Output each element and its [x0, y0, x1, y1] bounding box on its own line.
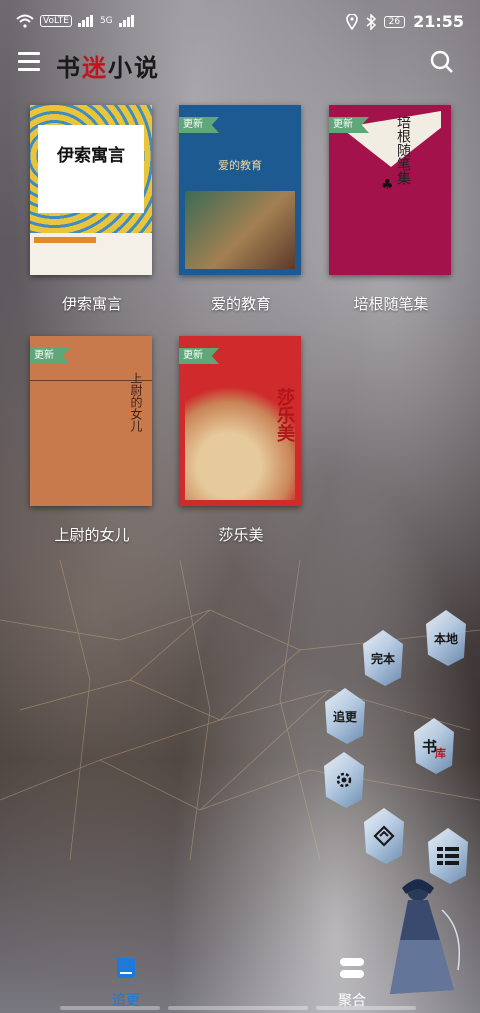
cover-title: 上尉的女儿 — [129, 372, 143, 432]
book-cover[interactable]: 莎乐美 更新 — [179, 336, 301, 506]
background-network-pattern — [0, 560, 480, 860]
book-title: 培根随笔集 — [353, 295, 429, 313]
volte-badge: VoLTE — [40, 15, 72, 27]
gear-icon — [336, 772, 352, 788]
update-badge: 更新 — [30, 348, 70, 364]
cover-title: 伊索寓言 — [57, 146, 125, 166]
app-header: 书迷小说 — [0, 44, 480, 84]
book-item-4[interactable]: 上尉的女儿 更新 上尉的女儿 — [30, 336, 154, 544]
logo-text-3: 小说 — [108, 53, 160, 82]
book-title: 莎乐美 — [218, 526, 264, 544]
book-icon — [117, 958, 135, 978]
clock: 21:55 — [413, 12, 464, 31]
app-logo: 书迷小说 — [56, 48, 160, 83]
book-cover[interactable]: 上尉的女儿 更新 — [30, 336, 152, 506]
book-cover[interactable]: 爱的教育 更新 — [179, 105, 301, 275]
home-indicator — [60, 1006, 160, 1010]
cover-title: 培根随笔集 — [395, 115, 411, 185]
network-5g-label: 5G — [99, 16, 113, 26]
tab-zhuigeng[interactable]: 追更 — [86, 956, 166, 1010]
book-item-3[interactable]: 培根随笔集 ♣ 更新 培根随笔集 — [329, 105, 453, 313]
wanben-label: 完本 — [370, 651, 395, 666]
clover-icon: ♣ — [381, 177, 394, 193]
menu-icon[interactable] — [18, 52, 40, 71]
home-indicator-3 — [316, 1006, 416, 1010]
book-title: 爱的教育 — [210, 295, 271, 313]
tab-juhe[interactable]: 聚合 — [312, 956, 392, 1010]
bluetooth-icon — [366, 13, 376, 30]
cover-title: 莎乐美 — [274, 388, 295, 442]
cover-illustration — [185, 191, 295, 269]
status-bar: VoLTE 5G 26 21:55 — [0, 0, 480, 48]
logo-text-2: 迷 — [82, 53, 108, 82]
bottom-nav: 追更 聚合 — [0, 950, 480, 1013]
update-badge: 更新 — [179, 117, 219, 133]
search-icon[interactable] — [430, 50, 454, 74]
book-cover[interactable]: 培根随笔集 ♣ 更新 — [329, 105, 451, 275]
book-item-5[interactable]: 莎乐美 更新 莎乐美 — [179, 336, 303, 544]
home-indicator-2 — [168, 1006, 308, 1010]
zhuigeng-label: 追更 — [332, 709, 357, 724]
book-title: 上尉的女儿 — [54, 526, 130, 544]
book-item-2[interactable]: 爱的教育 更新 爱的教育 — [179, 105, 303, 313]
cover-title: 爱的教育 — [218, 159, 262, 172]
grid-list-icon — [437, 847, 459, 865]
logo-text-1: 书 — [56, 53, 82, 82]
signal-icon — [77, 15, 93, 27]
book-title: 伊索寓言 — [61, 295, 122, 313]
book-cover[interactable]: 伊索寓言 — [30, 105, 152, 275]
diamond-arrow-icon — [373, 825, 395, 847]
signal-icon-2 — [118, 15, 134, 27]
shuku-label-b: 库 — [435, 747, 446, 760]
bendi-label: 本地 — [433, 631, 458, 646]
update-badge: 更新 — [179, 348, 219, 364]
stack-icon — [340, 958, 364, 978]
book-item-1[interactable]: 伊索寓言 伊索寓言 — [30, 105, 154, 313]
wifi-icon — [16, 14, 34, 28]
location-icon — [345, 13, 358, 30]
battery-indicator: 26 — [383, 15, 406, 28]
